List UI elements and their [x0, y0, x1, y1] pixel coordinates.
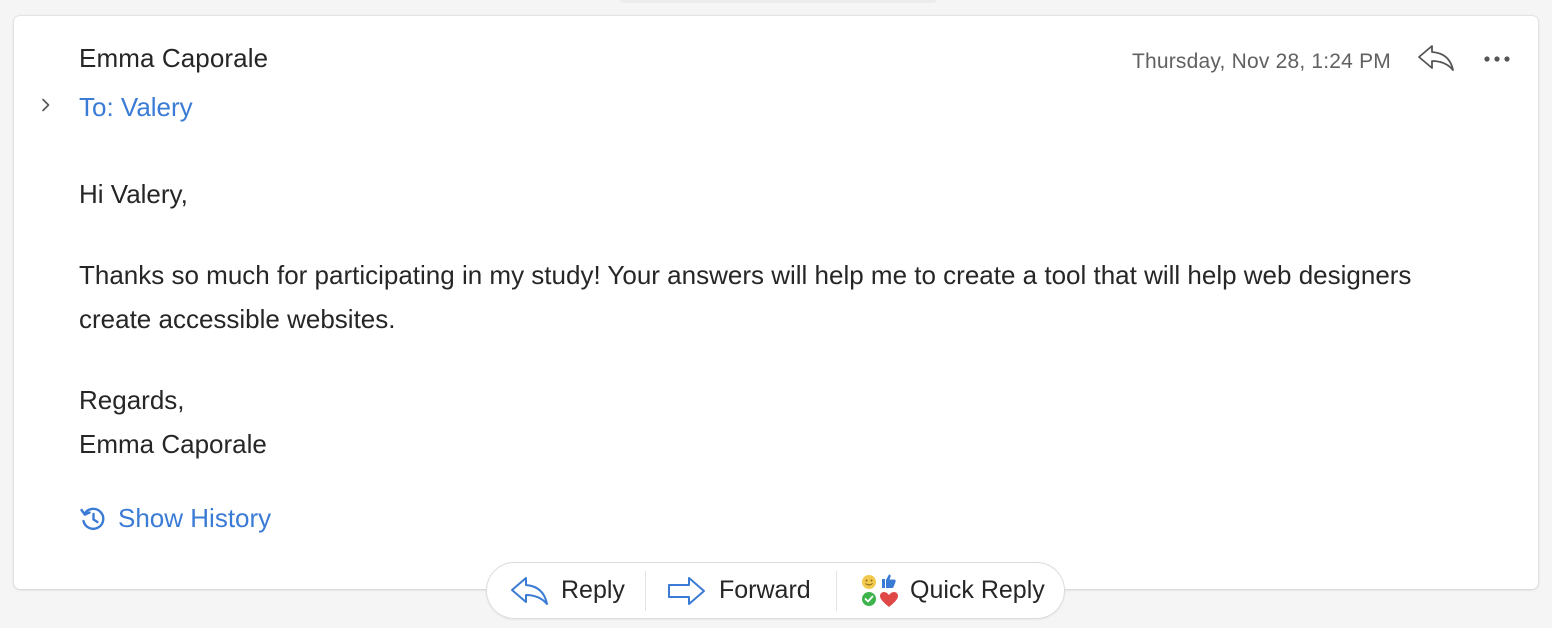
top-edge-tab: [620, 0, 936, 3]
show-history-label: Show History: [118, 503, 272, 533]
reply-button-label: Reply: [561, 576, 625, 604]
expand-recipients-button[interactable]: [36, 96, 56, 118]
message-body: Hi Valery, Thanks so much for participat…: [79, 172, 1479, 466]
forward-button-label: Forward: [719, 576, 811, 604]
quick-reply-button-label: Quick Reply: [910, 576, 1045, 604]
body-closing: Regards,: [79, 385, 185, 415]
forward-arrow-icon: [666, 574, 708, 608]
history-icon: [79, 505, 107, 533]
reply-arrow-icon: [1416, 42, 1458, 79]
recipients-line[interactable]: To: Valery: [79, 92, 193, 123]
more-actions-button[interactable]: [1478, 44, 1516, 74]
sender-name[interactable]: Emma Caporale: [79, 43, 268, 74]
reply-arrow-icon: [509, 574, 551, 608]
forward-button[interactable]: Forward: [646, 563, 836, 618]
show-history-link[interactable]: Show History: [79, 503, 271, 534]
body-signature: Emma Caporale: [79, 429, 267, 459]
body-message: Thanks so much for participating in my s…: [79, 260, 1412, 334]
header-reply-button[interactable]: [1416, 42, 1458, 78]
more-horizontal-icon: [1483, 50, 1511, 68]
reactions-icon: [858, 572, 902, 610]
email-message-card: Emma Caporale To: Valery Thursday, Nov 2…: [14, 16, 1538, 589]
quick-reply-button[interactable]: Quick Reply: [837, 563, 1064, 618]
message-action-bar: Reply Forward Quick Reply: [487, 563, 1064, 618]
chevron-right-icon: [41, 98, 51, 117]
reply-button[interactable]: Reply: [487, 563, 645, 618]
message-timestamp: Thursday, Nov 28, 1:24 PM: [1131, 50, 1391, 73]
body-greeting: Hi Valery,: [79, 179, 188, 209]
